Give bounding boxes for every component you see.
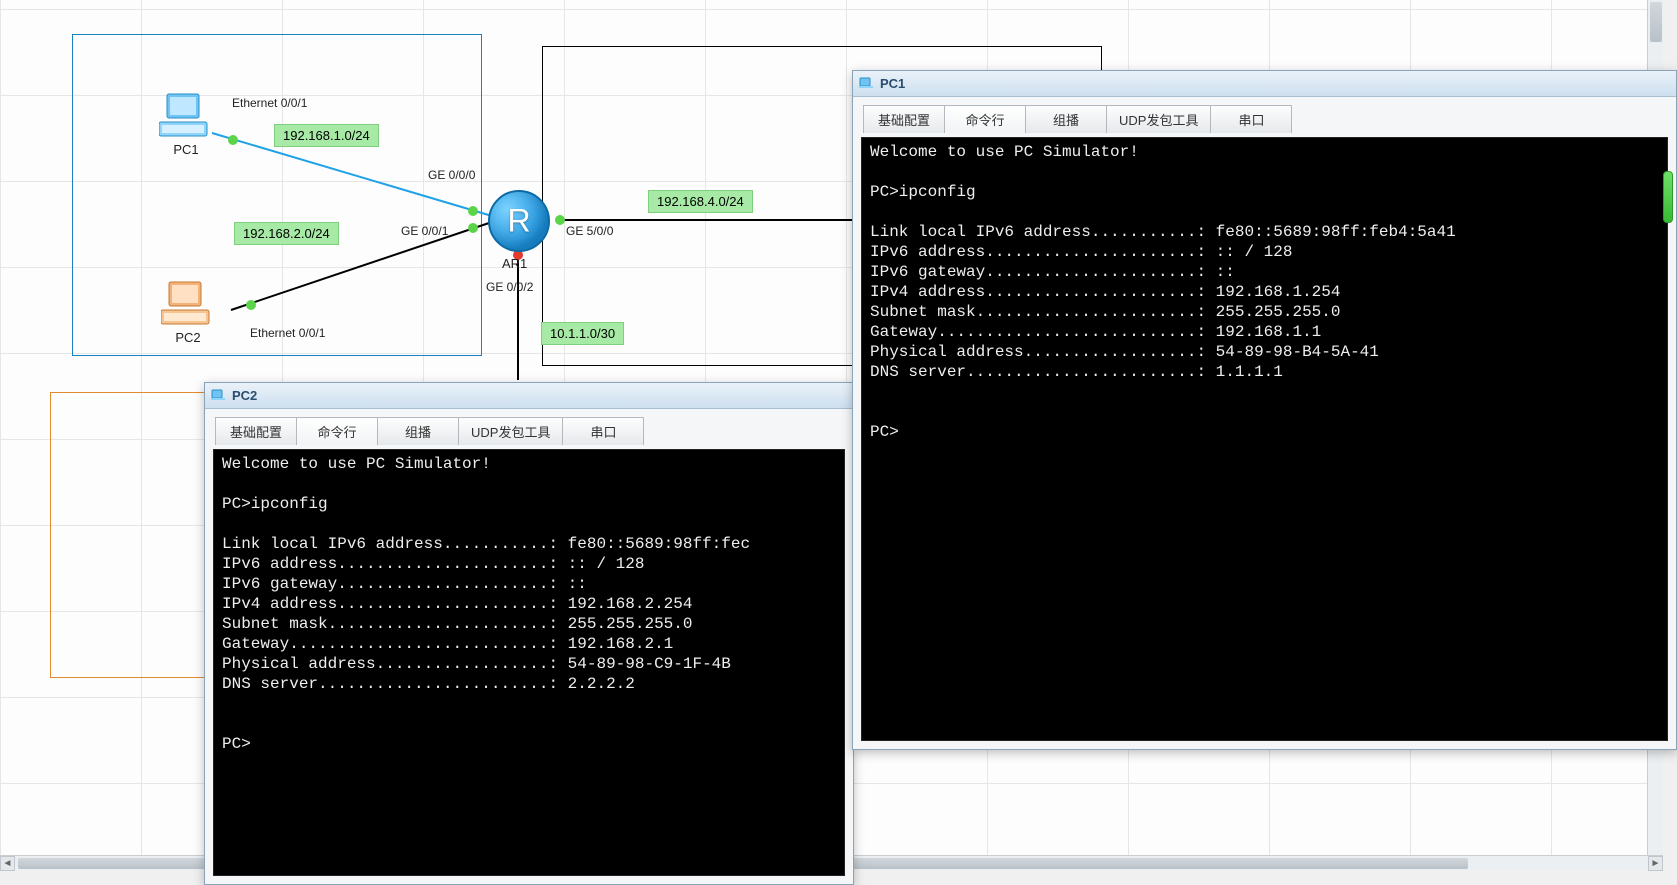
port-label-ge001: GE 0/0/1 <box>401 224 448 238</box>
tab-mcast[interactable]: 组播 <box>1025 105 1107 133</box>
window-pc2[interactable]: PC2 基础配置 命令行 组播 UDP发包工具 串口 Welcome to us… <box>204 382 854 885</box>
port-label-ge500: GE 5/0/0 <box>566 224 613 238</box>
titlebar-pc2[interactable]: PC2 <box>205 383 853 409</box>
tab-cli[interactable]: 命令行 <box>296 417 378 445</box>
tab-udp[interactable]: UDP发包工具 <box>1106 105 1211 133</box>
tab-basic[interactable]: 基础配置 <box>215 417 297 445</box>
device-router-ar1[interactable] <box>488 190 550 252</box>
window-icon <box>859 75 875 92</box>
tab-serial[interactable]: 串口 <box>1210 105 1292 133</box>
device-pc1[interactable]: PC1 <box>156 92 216 157</box>
terminal-pc2[interactable]: Welcome to use PC Simulator! PC>ipconfig… <box>213 449 845 876</box>
subnet-badge-2: 192.168.2.0/24 <box>234 222 339 245</box>
device-pc2-label: PC2 <box>158 330 218 345</box>
tab-cli[interactable]: 命令行 <box>944 105 1026 133</box>
tab-mcast[interactable]: 组播 <box>377 417 459 445</box>
device-pc2[interactable]: PC2 <box>158 280 218 345</box>
tab-udp[interactable]: UDP发包工具 <box>458 417 563 445</box>
device-pc1-label: PC1 <box>156 142 216 157</box>
tabbar-pc2: 基础配置 命令行 组播 UDP发包工具 串口 <box>205 409 853 445</box>
scale-handle[interactable] <box>1663 171 1673 223</box>
tab-serial[interactable]: 串口 <box>562 417 644 445</box>
terminal-pc1[interactable]: Welcome to use PC Simulator! PC>ipconfig… <box>861 137 1668 741</box>
subnet-badge-p2p: 10.1.1.0/30 <box>541 322 624 345</box>
port-label-ge002: GE 0/0/2 <box>486 280 533 294</box>
region-box-blue <box>72 34 482 356</box>
region-box-orange <box>50 392 206 678</box>
pc-icon <box>159 92 213 140</box>
port-label-ge000: GE 0/0/0 <box>428 168 475 182</box>
tabbar-pc1: 基础配置 命令行 组播 UDP发包工具 串口 <box>853 97 1676 133</box>
title-text-pc1: PC1 <box>880 76 905 91</box>
subnet-badge-1: 192.168.1.0/24 <box>274 124 379 147</box>
device-router-label: AR1 <box>502 256 527 271</box>
port-label-pc2: Ethernet 0/0/1 <box>250 326 325 340</box>
window-icon <box>211 387 227 404</box>
titlebar-pc1[interactable]: PC1 <box>853 71 1676 97</box>
pc-icon <box>161 280 215 328</box>
tab-basic[interactable]: 基础配置 <box>863 105 945 133</box>
subnet-badge-4: 192.168.4.0/24 <box>648 190 753 213</box>
scroll-right-arrow[interactable]: ► <box>1648 856 1663 871</box>
title-text-pc2: PC2 <box>232 388 257 403</box>
window-pc1[interactable]: PC1 基础配置 命令行 组播 UDP发包工具 串口 Welcome to us… <box>852 70 1677 750</box>
port-label-pc1: Ethernet 0/0/1 <box>232 96 307 110</box>
scroll-left-arrow[interactable]: ◄ <box>0 856 15 871</box>
